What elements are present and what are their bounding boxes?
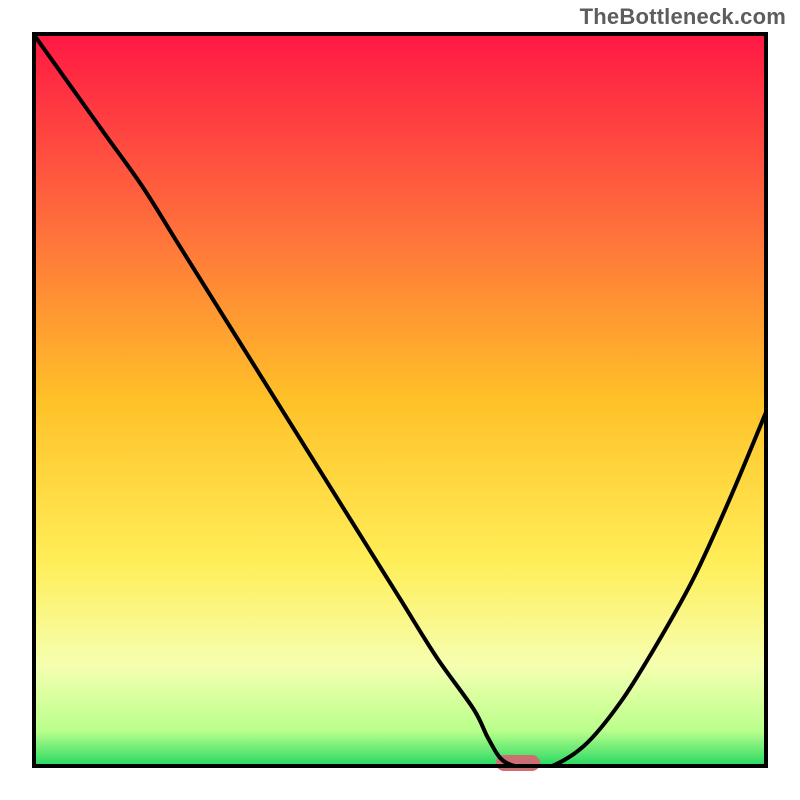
watermark-text: TheBottleneck.com <box>580 4 786 30</box>
background-gradient <box>32 32 768 768</box>
plot-area <box>32 32 768 768</box>
chart-container: TheBottleneck.com <box>0 0 800 800</box>
optimal-marker <box>496 755 540 771</box>
